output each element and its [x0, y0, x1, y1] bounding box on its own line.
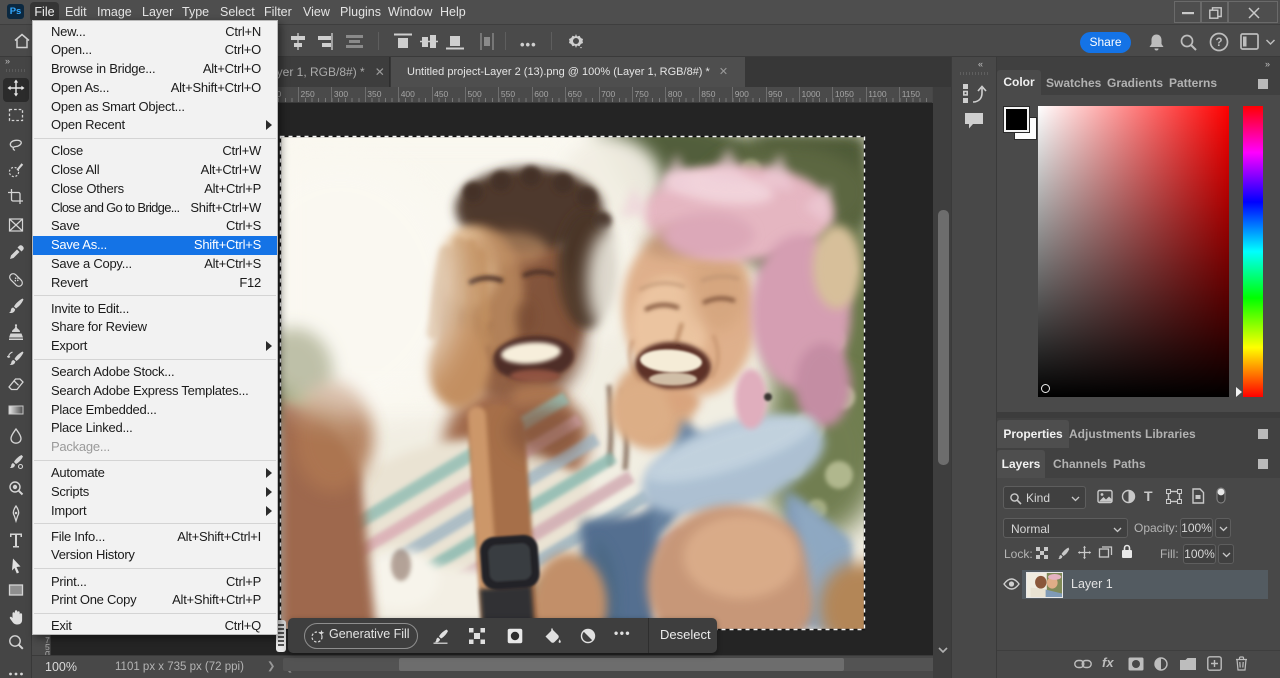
svg-text:?: ? [1215, 37, 1222, 49]
